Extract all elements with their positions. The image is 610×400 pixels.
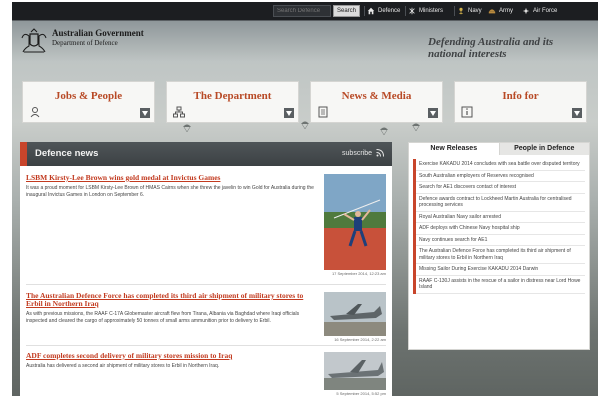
- people-icon: [30, 107, 40, 118]
- story-divider: [26, 345, 386, 346]
- nav-link-label: Air Force: [533, 8, 558, 14]
- chevron-down-icon: [286, 110, 292, 116]
- air-force-icon: [522, 7, 530, 15]
- info-icon: [461, 106, 473, 118]
- release-item[interactable]: Exercise KAKADU 2014 concludes with sea …: [416, 159, 585, 171]
- release-item[interactable]: Navy continues search for AE1: [416, 235, 585, 246]
- story-timestamp: 17 September 2014, 12:23 am: [331, 271, 386, 276]
- menu-title: The Department: [193, 90, 272, 102]
- ministers-icon: [409, 7, 415, 15]
- story-headline[interactable]: ADF completes second delivery of militar…: [26, 352, 318, 360]
- org-name: Australian Government: [52, 28, 144, 38]
- parachute-icon: [301, 121, 309, 130]
- chevron-down-icon: [142, 110, 148, 116]
- story-divider: [26, 284, 386, 285]
- nav-link-defence[interactable]: Defence: [367, 5, 400, 17]
- news-header: Defence news subscribe: [20, 142, 392, 166]
- army-icon: [488, 9, 496, 14]
- story-photo-aircraft[interactable]: [324, 352, 386, 390]
- release-item[interactable]: RAAF C-130J assists in the rescue of a s…: [416, 276, 585, 294]
- release-item[interactable]: ADF deploys with Chinese Navy hospital s…: [416, 223, 585, 235]
- subscribe-link[interactable]: subscribe: [342, 149, 384, 157]
- news-title: Defence news: [35, 148, 99, 159]
- chevron-down-icon: [574, 110, 580, 116]
- page-frame: Search Defence Ministers Navy Army Air F…: [12, 2, 598, 396]
- chevron-down-icon: [430, 110, 436, 116]
- releases-tabs: New Releases People in Defence: [409, 143, 589, 155]
- search-button[interactable]: Search: [333, 5, 360, 17]
- department-name: Department of Defence: [52, 39, 118, 47]
- story-timestamp: 16 September 2014, 2:22 am: [334, 337, 386, 342]
- search-input[interactable]: [273, 5, 331, 17]
- story-headline[interactable]: The Australian Defence Force has complet…: [26, 292, 318, 308]
- dropdown-button[interactable]: [428, 108, 438, 118]
- story-timestamp: 5 September 2014, 5:52 pm: [336, 391, 386, 396]
- parachute-icon: [183, 124, 191, 133]
- release-item[interactable]: Defence awards contract to Lockheed Mart…: [416, 194, 585, 212]
- story-photo-javelin[interactable]: [324, 174, 386, 270]
- release-item[interactable]: South Australian employers of Reserves r…: [416, 171, 585, 182]
- release-item[interactable]: The Australian Defence Force has complet…: [416, 246, 585, 264]
- document-icon: [318, 106, 328, 118]
- story-summary: It was a proud moment for LSBM Kirsty-Le…: [26, 185, 314, 198]
- nav-link-navy[interactable]: Navy: [457, 5, 482, 17]
- tab-people-in-defence[interactable]: People in Defence: [499, 143, 589, 155]
- nav-divider: [405, 6, 406, 16]
- release-item[interactable]: Search for AE1 discovers contact of inte…: [416, 182, 585, 194]
- parachute-icon: [412, 123, 420, 132]
- government-logo[interactable]: Australian Government Department of Defe…: [20, 28, 144, 54]
- menu-title: Info for: [502, 90, 539, 102]
- tab-new-releases[interactable]: New Releases: [409, 143, 500, 155]
- subscribe-label: subscribe: [342, 149, 372, 157]
- menu-news-and-media[interactable]: News & Media: [310, 81, 443, 123]
- releases-list: Exercise KAKADU 2014 concludes with sea …: [413, 159, 585, 294]
- home-icon: [367, 7, 375, 15]
- story-summary: As with previous missions, the RAAF C-17…: [26, 311, 300, 324]
- org-chart-icon: [173, 106, 185, 118]
- nav-divider: [364, 6, 365, 16]
- parachute-icon: [380, 127, 388, 136]
- menu-title: Jobs & People: [54, 90, 123, 102]
- dropdown-button[interactable]: [284, 108, 294, 118]
- menu-the-department[interactable]: The Department: [166, 81, 299, 123]
- nav-link-label: Ministers: [419, 8, 444, 14]
- release-item[interactable]: Missing Sailor During Exercise KAKADU 20…: [416, 264, 585, 276]
- story-headline[interactable]: LSBM Kirsty-Lee Brown wins gold medal at…: [26, 174, 318, 182]
- story-photo-aircraft[interactable]: [324, 292, 386, 336]
- tagline: Defending Australia and its national int…: [428, 36, 554, 60]
- news-story: LSBM Kirsty-Lee Brown wins gold medal at…: [26, 174, 386, 276]
- menu-jobs-and-people[interactable]: Jobs & People: [22, 81, 155, 123]
- story-summary: Australia has delivered a second air shi…: [26, 363, 220, 369]
- nav-link-army[interactable]: Army: [488, 5, 513, 17]
- nav-link-label: Navy: [468, 8, 482, 14]
- dropdown-button[interactable]: [572, 108, 582, 118]
- nav-link-label: Defence: [378, 8, 401, 14]
- coat-of-arms-icon: [21, 28, 47, 53]
- nav-link-label: Army: [499, 8, 513, 14]
- navy-icon: [459, 7, 463, 15]
- news-story: The Australian Defence Force has complet…: [26, 292, 386, 342]
- rss-icon: [376, 149, 384, 157]
- nav-link-air-force[interactable]: Air Force: [522, 5, 557, 17]
- news-story: ADF completes second delivery of militar…: [26, 352, 386, 396]
- nav-link-ministers[interactable]: Ministers: [408, 5, 443, 17]
- dropdown-button[interactable]: [140, 108, 150, 118]
- release-item[interactable]: Royal Australian Navy sailor arrested: [416, 212, 585, 223]
- menu-title: News & Media: [341, 90, 412, 102]
- menu-info-for[interactable]: Info for: [454, 81, 587, 123]
- defence-news-panel: Defence news subscribe LSBM Kirsty-Lee B…: [20, 142, 392, 396]
- releases-panel: New Releases People in Defence Exercise …: [408, 142, 590, 350]
- nav-divider: [454, 6, 455, 16]
- top-navigation-bar: Search Defence Ministers Navy Army Air F…: [12, 2, 598, 20]
